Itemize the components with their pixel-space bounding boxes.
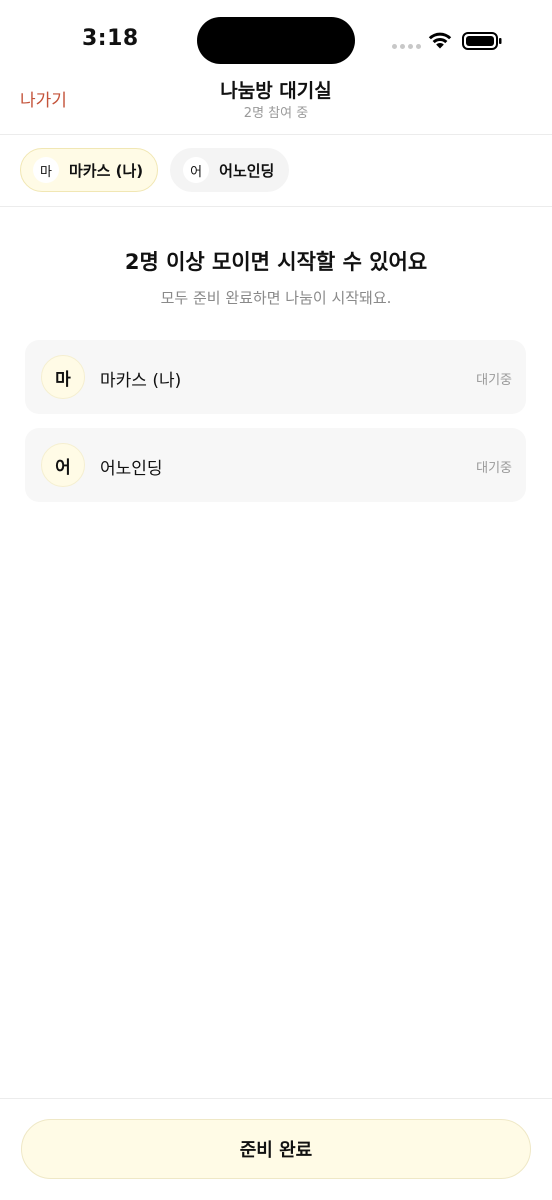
participant-name: 어노인딩 xyxy=(100,459,163,479)
participant-count: 2명 참여 중 xyxy=(243,106,309,121)
status-time: 3:18 xyxy=(82,26,139,51)
waiting-room-screen: 3:18 나가기 나눔방 대기실 2명 참여 중 마 마카스 (나) 어 어노인… xyxy=(0,0,552,1200)
wifi-icon xyxy=(428,32,452,49)
cellular-dots-icon xyxy=(392,44,421,49)
dynamic-island xyxy=(197,17,355,64)
status-badge: 대기중 xyxy=(476,373,512,388)
avatar: 마 xyxy=(33,157,59,183)
status-badge: 대기중 xyxy=(476,461,512,476)
avatar: 어 xyxy=(183,157,210,183)
list-item: 마 마카스 (나) 대기중 xyxy=(25,340,526,414)
avatar: 마 xyxy=(41,355,85,399)
participant-list: 마 마카스 (나) 대기중 어 어노인딩 대기중 xyxy=(25,340,526,516)
participant-chip[interactable]: 어 어노인딩 xyxy=(170,148,290,192)
footer-divider xyxy=(0,1098,552,1099)
chip-label: 어노인딩 xyxy=(219,161,275,180)
ready-button[interactable]: 준비 완료 xyxy=(21,1119,531,1179)
participant-name: 마카스 (나) xyxy=(100,371,182,391)
chips-divider xyxy=(0,206,552,207)
waiting-headline: 2명 이상 모이면 시작할 수 있어요 xyxy=(124,250,428,274)
waiting-subline: 모두 준비 완료하면 나눔이 시작돼요. xyxy=(160,289,392,307)
battery-icon xyxy=(462,32,502,50)
participant-chips: 마 마카스 (나) 어 어노인딩 xyxy=(20,148,290,192)
avatar: 어 xyxy=(41,443,85,487)
chip-label: 마카스 (나) xyxy=(69,161,144,180)
participant-chip-me[interactable]: 마 마카스 (나) xyxy=(20,148,159,192)
page-title: 나눔방 대기실 xyxy=(220,80,332,102)
status-bar: 3:18 xyxy=(0,0,552,80)
list-item: 어 어노인딩 대기중 xyxy=(25,428,526,502)
header-divider xyxy=(0,134,552,135)
header: 나가기 나눔방 대기실 2명 참여 중 xyxy=(0,70,552,134)
